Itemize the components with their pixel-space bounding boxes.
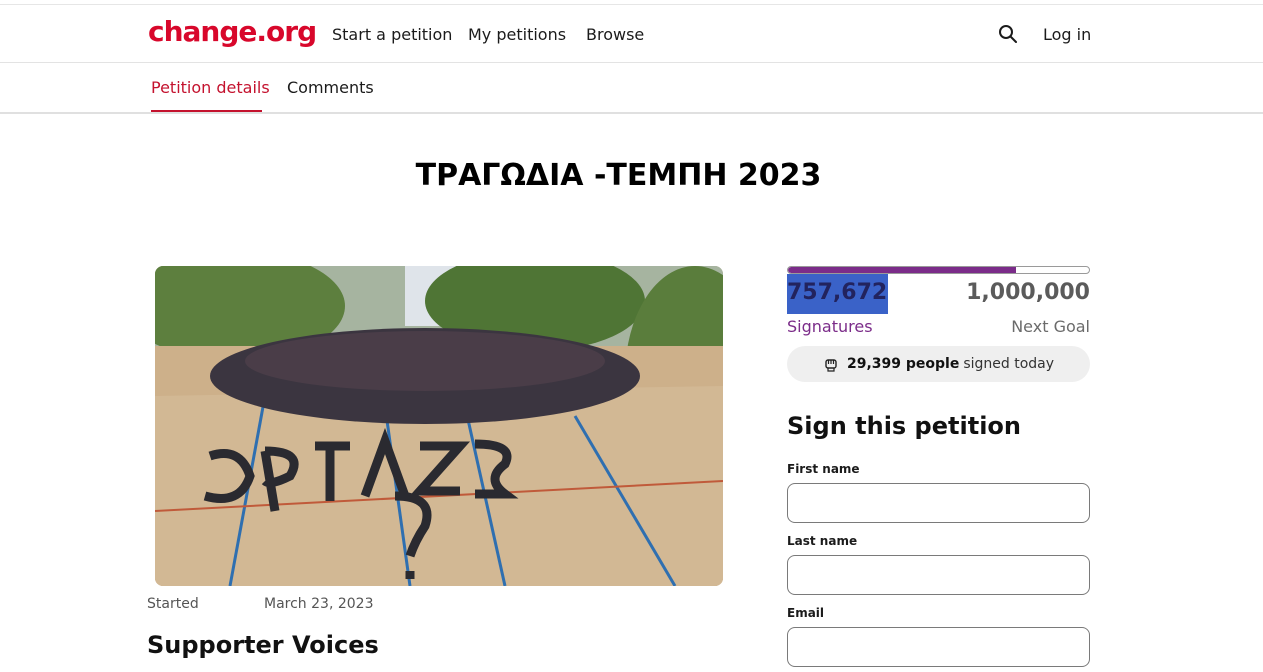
signature-progress-bar [787, 266, 1090, 274]
last-name-field[interactable] [787, 555, 1090, 595]
goal-count: 1,000,000 [966, 280, 1090, 305]
signed-today-text: signed today [963, 356, 1055, 372]
nav-browse[interactable]: Browse [586, 25, 644, 44]
search-icon[interactable] [998, 24, 1018, 44]
login-link[interactable]: Log in [1043, 25, 1091, 44]
supporter-voices-heading: Supporter Voices [147, 631, 379, 659]
started-date: March 23, 2023 [264, 596, 374, 612]
signature-progress-fill [788, 267, 1017, 273]
next-goal-label: Next Goal [1011, 317, 1090, 336]
signature-count: 757,672 [787, 274, 889, 314]
signatures-label: Signatures [787, 317, 873, 336]
email-field[interactable] [787, 627, 1090, 667]
site-header: change.org Start a petition My petitions… [0, 5, 1263, 63]
first-name-field[interactable] [787, 483, 1090, 523]
first-name-label: First name [787, 462, 860, 476]
tab-comments[interactable]: Comments [287, 78, 374, 97]
email-label: Email [787, 606, 825, 620]
raised-fist-icon [825, 359, 837, 372]
petition-photo [155, 266, 723, 586]
nav-my-petitions[interactable]: My petitions [468, 25, 566, 44]
change-org-logo[interactable]: change.org [148, 15, 317, 48]
tab-petition-details[interactable]: Petition details [151, 78, 270, 97]
last-name-label: Last name [787, 534, 858, 548]
active-tab-indicator [151, 110, 262, 112]
sign-petition-heading: Sign this petition [787, 412, 1021, 440]
signed-today-badge: 29,399 people signed today [787, 346, 1090, 382]
signed-today-count: 29,399 people [846, 356, 960, 372]
petition-tabs: Petition details Comments [0, 63, 1263, 114]
nav-start-petition[interactable]: Start a petition [332, 25, 452, 44]
started-label: Started [147, 596, 199, 612]
petition-title: ΤΡΑΓΩΔΙΑ -ΤΕΜΠΗ 2023 [415, 158, 822, 193]
